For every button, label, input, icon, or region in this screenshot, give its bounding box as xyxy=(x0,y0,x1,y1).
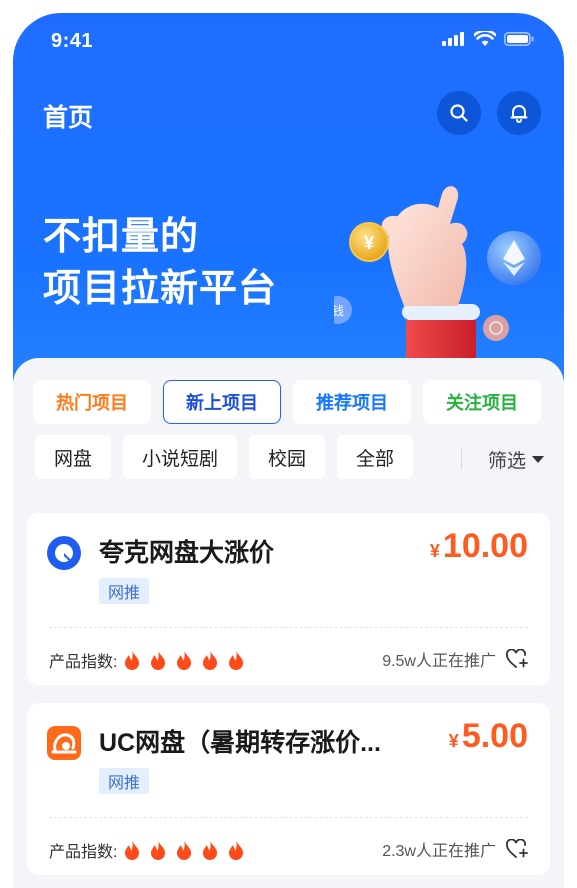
promoter-count: 9.5w人正在推广 xyxy=(382,647,528,671)
project-price: ¥ 5.00 xyxy=(449,717,528,756)
filter-button[interactable]: 筛选 xyxy=(488,446,544,473)
filter-label: 筛选 xyxy=(487,451,526,472)
status-time: 9:41 xyxy=(51,30,94,52)
search-icon xyxy=(450,104,468,122)
signal-icon xyxy=(442,32,464,46)
category-chips: 网盘 小说短剧 校园 全部 xyxy=(35,435,414,479)
project-tag: 网推 xyxy=(99,578,150,604)
project-tabs: 热门项目 新上项目 推荐项目 关注项目 xyxy=(33,380,541,424)
project-name: 夸克网盘大涨价 xyxy=(99,539,275,567)
flame-rating xyxy=(123,840,245,860)
tab-hot-projects[interactable]: 热门项目 xyxy=(33,380,151,424)
bell-icon xyxy=(510,105,528,123)
hero-headline-line1: 不扣量的 xyxy=(43,216,200,258)
hand-coin-illustration: ¥ 钱 xyxy=(334,186,541,388)
flame-icon xyxy=(177,650,192,670)
quark-logo-icon xyxy=(47,536,81,570)
flame-icon xyxy=(203,650,218,670)
flame-icon xyxy=(177,840,192,860)
uc-logo-icon xyxy=(47,726,81,760)
flame-icon xyxy=(125,650,140,670)
flame-icon xyxy=(203,840,218,860)
promoter-count: 2.3w人正在推广 xyxy=(382,837,528,861)
follow-heart-icon[interactable] xyxy=(506,649,528,669)
filter-divider xyxy=(461,448,462,470)
project-name: UC网盘（暑期转存涨价... xyxy=(99,729,381,757)
wifi-icon xyxy=(474,31,496,46)
status-bar: 9:41 xyxy=(13,13,564,69)
content-panel: 热门项目 新上项目 推荐项目 关注项目 网盘 小说短剧 校园 全部 筛选 夸克网… xyxy=(13,358,564,888)
price-value: 10.00 xyxy=(442,527,528,565)
flame-icon xyxy=(125,840,140,860)
notification-button[interactable] xyxy=(497,91,541,135)
index-label: 产品指数: xyxy=(49,844,118,861)
product-index: 产品指数: xyxy=(49,838,245,862)
hero-headline: 不扣量的 项目拉新平台 xyxy=(43,211,277,315)
flame-icon xyxy=(151,840,166,860)
card-divider xyxy=(49,627,528,628)
phone-screen: 9:41 首页 不扣量的 项目拉新平台 ¥ 钱 热门项目 新上项目 推荐项目 关… xyxy=(13,13,564,888)
chip-netdisk[interactable]: 网盘 xyxy=(35,435,112,479)
flame-rating xyxy=(123,650,245,670)
project-tag: 网推 xyxy=(99,768,150,794)
svg-text:钱: 钱 xyxy=(334,303,344,318)
currency-symbol: ¥ xyxy=(429,541,440,561)
page-title: 首页 xyxy=(43,104,94,132)
flame-icon xyxy=(151,650,166,670)
promoter-text: 9.5w人正在推广 xyxy=(382,653,496,670)
flame-icon xyxy=(229,650,244,670)
search-button[interactable] xyxy=(437,91,481,135)
hero-headline-line2: 项目拉新平台 xyxy=(43,268,278,310)
index-label: 产品指数: xyxy=(49,654,118,671)
project-card[interactable]: UC网盘（暑期转存涨价... ¥ 5.00 网推 产品指数: 2.3w人正在推广 xyxy=(27,703,550,875)
battery-icon xyxy=(504,32,534,46)
currency-symbol: ¥ xyxy=(448,731,459,751)
card-divider xyxy=(49,817,528,818)
follow-heart-icon[interactable] xyxy=(506,839,528,859)
chip-campus[interactable]: 校园 xyxy=(249,435,326,479)
chip-all[interactable]: 全部 xyxy=(337,435,414,479)
tab-recommended-projects[interactable]: 推荐项目 xyxy=(293,380,411,424)
tab-new-projects[interactable]: 新上项目 xyxy=(163,380,281,424)
project-price: ¥ 10.00 xyxy=(430,527,528,566)
svg-text:¥: ¥ xyxy=(364,233,374,253)
caret-down-icon xyxy=(532,455,544,463)
price-value: 5.00 xyxy=(461,717,528,755)
project-card[interactable]: 夸克网盘大涨价 ¥ 10.00 网推 产品指数: 9.5w人正在推广 xyxy=(27,513,550,685)
product-index: 产品指数: xyxy=(49,648,245,672)
flame-icon xyxy=(229,840,244,860)
tab-followed-projects[interactable]: 关注项目 xyxy=(423,380,541,424)
chip-novel-drama[interactable]: 小说短剧 xyxy=(123,435,238,479)
status-icons xyxy=(442,31,534,47)
promoter-text: 2.3w人正在推广 xyxy=(382,843,496,860)
